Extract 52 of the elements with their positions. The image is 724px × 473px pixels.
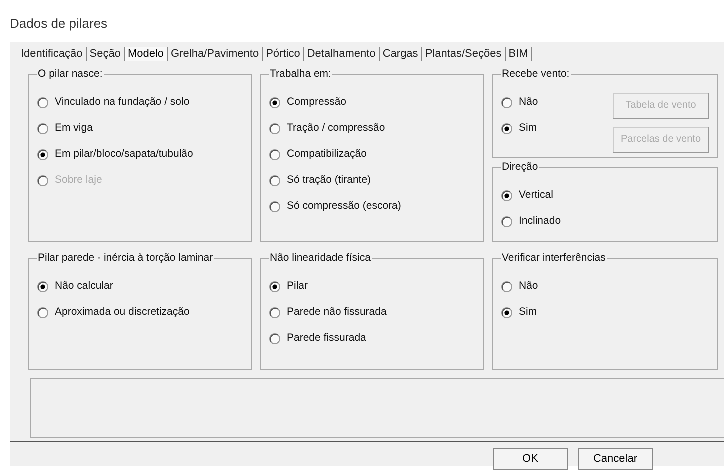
option-label[interactable]: Só compressão (escora) [287, 198, 402, 214]
radio-button[interactable] [501, 280, 513, 292]
radio-button[interactable] [501, 216, 513, 228]
radio-button[interactable] [269, 122, 281, 134]
option-label[interactable]: Não [519, 278, 538, 294]
option-label[interactable]: Vertical [519, 188, 554, 204]
radio-button[interactable] [501, 190, 513, 202]
option-label[interactable]: Aproximada ou discretização [55, 304, 190, 320]
radio-button[interactable] [501, 96, 513, 108]
tab[interactable]: Pórtico [263, 46, 304, 61]
option-label[interactable]: Sim [519, 120, 538, 136]
option-label[interactable]: Não calcular [55, 278, 114, 294]
dialog-button[interactable]: Cancelar [578, 448, 653, 470]
option-label[interactable]: Parede não fissurada [287, 304, 387, 320]
option-label[interactable]: Sim [519, 304, 538, 320]
radio-button[interactable] [501, 122, 513, 134]
radio-button[interactable] [37, 306, 49, 318]
tab[interactable]: Cargas [380, 46, 422, 61]
tab[interactable]: BIM [506, 46, 532, 61]
radio-button[interactable] [269, 306, 281, 318]
tab[interactable]: Detalhamento [304, 46, 380, 61]
option-label[interactable]: Tração / compressão [287, 120, 386, 136]
dialog-button[interactable]: OK [493, 448, 568, 470]
option-label[interactable]: Só tração (tirante) [287, 172, 372, 188]
option-label[interactable]: Em viga [55, 120, 93, 136]
group-title: Direção [501, 160, 540, 174]
radio-button[interactable] [37, 148, 49, 160]
group-title: Pilar parede - inércia à torção laminar [37, 252, 214, 265]
tab[interactable]: Plantas/Seções [422, 46, 506, 61]
radio-button[interactable] [269, 332, 281, 344]
option-label[interactable]: Inclinado [519, 214, 562, 230]
radio-button[interactable] [37, 122, 49, 134]
option-label[interactable]: Em pilar/bloco/sapata/tubulão [55, 146, 194, 162]
radio-button[interactable] [269, 280, 281, 292]
tab[interactable]: Grelha/Pavimento [168, 46, 264, 61]
option-label[interactable]: Compatibilização [287, 146, 367, 162]
radio-button[interactable] [37, 96, 49, 108]
option-label[interactable]: Vinculado na fundação / solo [55, 94, 190, 110]
option-label[interactable]: Compressão [287, 94, 347, 110]
option-label[interactable]: Parede fissurada [287, 330, 366, 346]
radio-button[interactable] [37, 280, 49, 292]
radio-button[interactable] [269, 174, 281, 186]
option-label[interactable]: Não [519, 94, 538, 110]
option-label[interactable]: Pilar [287, 278, 308, 294]
radio-button[interactable] [269, 200, 281, 212]
tab[interactable]: Identificação [18, 46, 87, 61]
radio-button[interactable] [269, 96, 281, 108]
radio-button[interactable] [269, 148, 281, 160]
group-title: O pilar nasce: [37, 68, 104, 81]
radio-button[interactable] [501, 306, 513, 318]
tab[interactable]: Modelo [124, 46, 168, 61]
window-title: Dados de pilares [10, 15, 108, 33]
